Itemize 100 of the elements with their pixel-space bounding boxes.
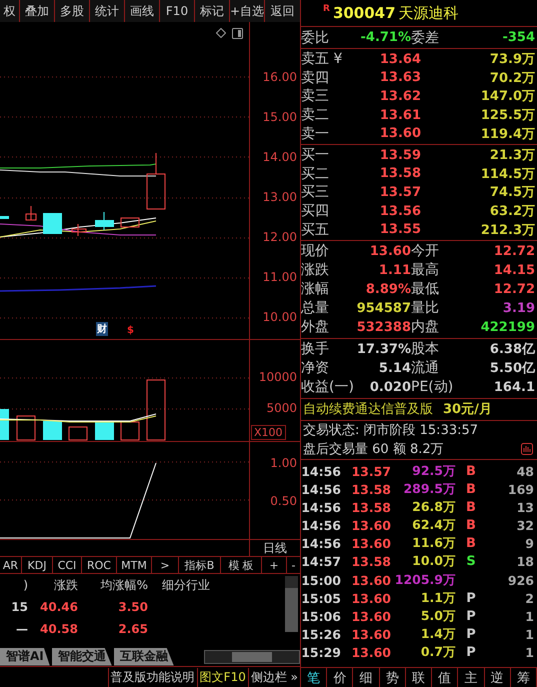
indicator-tab[interactable]: AR bbox=[0, 557, 22, 573]
candle bbox=[26, 206, 36, 220]
order-volume: 74.5万 bbox=[488, 184, 535, 202]
table-cell-text: 40.46 bbox=[39, 600, 79, 614]
quote-label: PE(动) bbox=[411, 378, 454, 396]
quote-label: 换手 bbox=[301, 340, 330, 358]
price-tick-label: 15.00 bbox=[262, 110, 298, 126]
volume-bar bbox=[120, 422, 140, 440]
trade-time: 14:56 bbox=[301, 518, 341, 534]
volume-bar bbox=[16, 416, 36, 440]
quote-label: 总量 bbox=[301, 299, 330, 318]
sector-tab[interactable]: 智能交通 bbox=[52, 648, 112, 666]
quote-value: 1.11 bbox=[378, 262, 411, 278]
toolbar-button[interactable]: 返回 bbox=[265, 0, 301, 22]
trade-price: 13.60 bbox=[350, 609, 391, 624]
period-label: 日线 bbox=[249, 540, 300, 556]
quote-value: 422199 bbox=[480, 320, 535, 335]
trade-volume: 1205.9万 bbox=[394, 572, 456, 589]
volume-bar bbox=[0, 409, 9, 440]
quote-value: 14.15 bbox=[492, 262, 535, 278]
quote-value: 6.38亿 bbox=[488, 341, 535, 358]
candle bbox=[95, 212, 114, 230]
trade-volume: 10.0万 bbox=[411, 553, 456, 570]
candle bbox=[120, 218, 140, 228]
trade-count: 32 bbox=[516, 518, 534, 534]
trade-time: 14:56 bbox=[301, 500, 341, 515]
toolbar-button[interactable]: F10 bbox=[160, 0, 195, 22]
trade-price: 13.60 bbox=[350, 627, 391, 642]
trade-side: P bbox=[465, 609, 477, 624]
quote-value: 3.19 bbox=[502, 300, 535, 316]
trade-price: 13.57 bbox=[350, 464, 391, 479]
toolbar-button[interactable]: 标记 bbox=[195, 0, 230, 22]
column-header: 涨跌 bbox=[53, 576, 79, 594]
toolbar-button[interactable]: 叠加 bbox=[20, 0, 55, 22]
sector-tab[interactable]: 互联金融 bbox=[114, 648, 174, 666]
panel-toggle-icon[interactable] bbox=[232, 28, 243, 39]
volume-bar bbox=[95, 422, 114, 440]
order-level-label: 卖五 ¥ bbox=[301, 50, 344, 68]
price-tick-label: 16.00 bbox=[262, 70, 298, 86]
quote-label: 涨幅 bbox=[301, 280, 330, 298]
scrollbar-thumb[interactable] bbox=[232, 652, 272, 662]
price-tick-label: 10.00 bbox=[262, 310, 298, 326]
table-cell-text: — bbox=[15, 622, 29, 636]
trade-time: 15:00 bbox=[301, 572, 341, 588]
scrollbar[interactable] bbox=[285, 576, 298, 632]
finance-marker[interactable]: 财 bbox=[96, 322, 108, 336]
trade-side: P bbox=[465, 590, 477, 606]
column-header: 均涨幅% bbox=[100, 576, 149, 594]
trade-count: 169 bbox=[506, 482, 534, 497]
trade-price: 13.58 bbox=[350, 554, 391, 570]
trade-side: B bbox=[465, 500, 477, 515]
status-link[interactable]: 普及版功能说明 bbox=[108, 668, 197, 686]
indicator-tick-label: 1.00 bbox=[270, 456, 298, 472]
trade-price: 13.60 bbox=[350, 590, 391, 606]
stock-name: 天源迪科 bbox=[398, 4, 459, 22]
trade-count: 18 bbox=[516, 554, 534, 570]
order-level-label: 卖三 bbox=[301, 87, 330, 106]
trade-volume: 62.4万 bbox=[411, 517, 456, 534]
indicator-tick-label: 0.50 bbox=[270, 494, 298, 510]
quote-label: 流通 bbox=[411, 359, 440, 378]
dividend-marker[interactable]: $ bbox=[126, 325, 135, 336]
promo-banner[interactable]: 自动续费通达信普及版 30元/月 bbox=[301, 398, 537, 421]
trade-count: 48 bbox=[516, 464, 534, 479]
quote-value: -4.71% bbox=[360, 30, 411, 45]
toolbar-button[interactable]: 权 bbox=[0, 0, 20, 22]
promo-text: 自动续费通达信普及版 bbox=[303, 400, 433, 418]
trade-count: 2 bbox=[524, 590, 534, 606]
order-level-label: 卖四 bbox=[301, 68, 330, 87]
trade-time: 15:29 bbox=[301, 645, 341, 660]
quote-value: 17.37% bbox=[356, 342, 411, 357]
diamond-icon[interactable] bbox=[216, 28, 226, 38]
sector-tab[interactable]: 智谱AI bbox=[0, 648, 50, 666]
bar-chart-icon[interactable] bbox=[521, 443, 533, 456]
quote-label: 最高 bbox=[411, 261, 440, 280]
trade-time: 15:06 bbox=[301, 609, 341, 624]
order-volume: 119.4万 bbox=[480, 126, 535, 143]
trade-volume: 5.0万 bbox=[420, 608, 456, 626]
toolbar-button[interactable]: 画线 bbox=[125, 0, 160, 22]
price-tick-label: 11.00 bbox=[262, 270, 298, 286]
order-price: 13.55 bbox=[378, 222, 421, 238]
quote-label: 涨跌 bbox=[301, 261, 330, 280]
status-link[interactable]: 图文F10 bbox=[196, 668, 248, 686]
candle bbox=[43, 213, 62, 234]
scrollbar-track[interactable] bbox=[204, 650, 300, 664]
promo-price: 30元/月 bbox=[443, 401, 492, 418]
toolbar-button[interactable]: 统计 bbox=[90, 0, 125, 22]
quote-value: 5.50亿 bbox=[488, 360, 535, 378]
trade-time: 14:56 bbox=[301, 536, 341, 552]
status-link[interactable]: 侧边栏 » bbox=[248, 668, 300, 686]
volume-unit-label: X100 bbox=[251, 425, 286, 440]
quote-value: 12.72 bbox=[492, 282, 535, 297]
trade-count: 926 bbox=[506, 572, 534, 588]
toolbar-button[interactable]: +自选 bbox=[230, 0, 265, 22]
quote-value: 954587 bbox=[356, 300, 411, 316]
toolbar-button[interactable]: 多股 bbox=[55, 0, 90, 22]
trade-time: 15:26 bbox=[301, 627, 341, 642]
trade-count: 1 bbox=[524, 609, 534, 624]
trade-count: 9 bbox=[524, 536, 534, 552]
trade-price: 13.60 bbox=[350, 518, 391, 534]
trade-side: P bbox=[465, 645, 477, 660]
